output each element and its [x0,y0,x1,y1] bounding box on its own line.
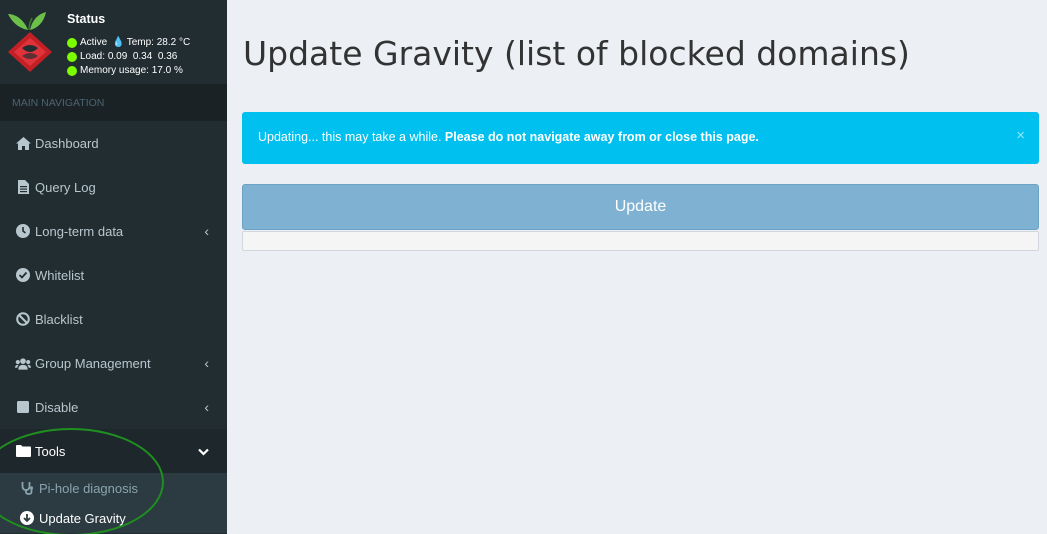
memory-value: 17.0 % [151,65,183,76]
stethoscope-icon [20,481,34,495]
status-title: Status [67,12,106,26]
sidebar-item-group-management[interactable]: Group Management ‹ [0,341,227,385]
sidebar-item-disable[interactable]: Disable ‹ [0,385,227,429]
sidebar-item-label: Blacklist [35,311,83,327]
status-panel: Status Active 💧 Temp: 28.2 °C Load: 0.09… [0,0,227,84]
update-button[interactable]: Update [242,184,1039,230]
check-circle-icon [15,267,31,283]
memory-label: Memory usage: [80,65,149,76]
sidebar-subitem-pihole-diagnosis[interactable]: Pi-hole diagnosis [0,473,227,503]
sidebar-subitem-label: Update Gravity [39,510,126,526]
status-memory-line: Memory usage: 17.0 % [67,65,183,76]
sidebar-item-label: Tools [35,443,66,459]
alert-text: Updating... this may take a while. [258,130,442,144]
folder-icon [15,443,31,459]
temp-value: 28.2 °C [156,37,191,48]
users-icon [15,355,31,371]
temperature-drop-icon: 💧 [112,37,125,48]
sidebar-item-long-term-data[interactable]: Long-term data ‹ [0,209,227,253]
sidebar: Status Active 💧 Temp: 28.2 °C Load: 0.09… [0,0,227,534]
sidebar-item-blacklist[interactable]: Blacklist [0,297,227,341]
status-load-line: Load: 0.09 0.34 0.36 [67,51,177,62]
stop-icon [15,399,31,415]
sidebar-item-label: Dashboard [35,135,99,151]
sidebar-item-label: Query Log [35,179,96,195]
active-label: Active [80,37,108,48]
main-content: Update Gravity (list of blocked domains)… [227,0,1047,534]
status-green-dot-icon [67,51,77,62]
clock-icon [15,223,31,239]
sidebar-subitem-label: Pi-hole diagnosis [39,480,139,496]
close-icon[interactable]: × [1016,127,1025,144]
chevron-left-icon: ‹ [204,355,209,371]
sidebar-item-query-log[interactable]: Query Log [0,165,227,209]
load-label: Load: [80,51,106,62]
page-title: Update Gravity (list of blocked domains) [243,34,910,73]
status-green-dot-icon [67,37,77,48]
temp-label: Temp: [126,37,154,48]
main-navigation-header: MAIN NAVIGATION [0,84,227,121]
file-icon [15,179,31,195]
sidebar-item-label: Long-term data [35,223,124,239]
sidebar-item-whitelist[interactable]: Whitelist [0,253,227,297]
status-green-dot-icon [67,65,77,76]
chevron-left-icon: ‹ [204,399,209,415]
sidebar-item-label: Disable [35,399,79,415]
pihole-logo [8,12,52,72]
alert-bold-text: Please do not navigate away from or clos… [444,130,759,144]
progress-bar [242,231,1039,251]
load-values: 0.09 0.34 0.36 [107,51,178,62]
sidebar-subitem-update-gravity[interactable]: Update Gravity [0,503,227,533]
home-icon [15,135,31,151]
sidebar-item-label: Group Management [35,355,151,371]
arrow-down-circle-icon [20,511,34,525]
ban-icon [15,311,31,327]
tools-submenu: Pi-hole diagnosis Update Gravity [0,473,227,533]
chevron-left-icon: ‹ [204,223,209,239]
info-alert: Updating... this may take a while. Pleas… [242,112,1039,164]
sidebar-item-dashboard[interactable]: Dashboard [0,121,227,165]
chevron-down-icon [198,443,209,459]
sidebar-item-tools[interactable]: Tools [0,429,227,473]
sidebar-item-label: Whitelist [35,267,85,283]
status-active-line: Active 💧 Temp: 28.2 °C [67,37,190,48]
